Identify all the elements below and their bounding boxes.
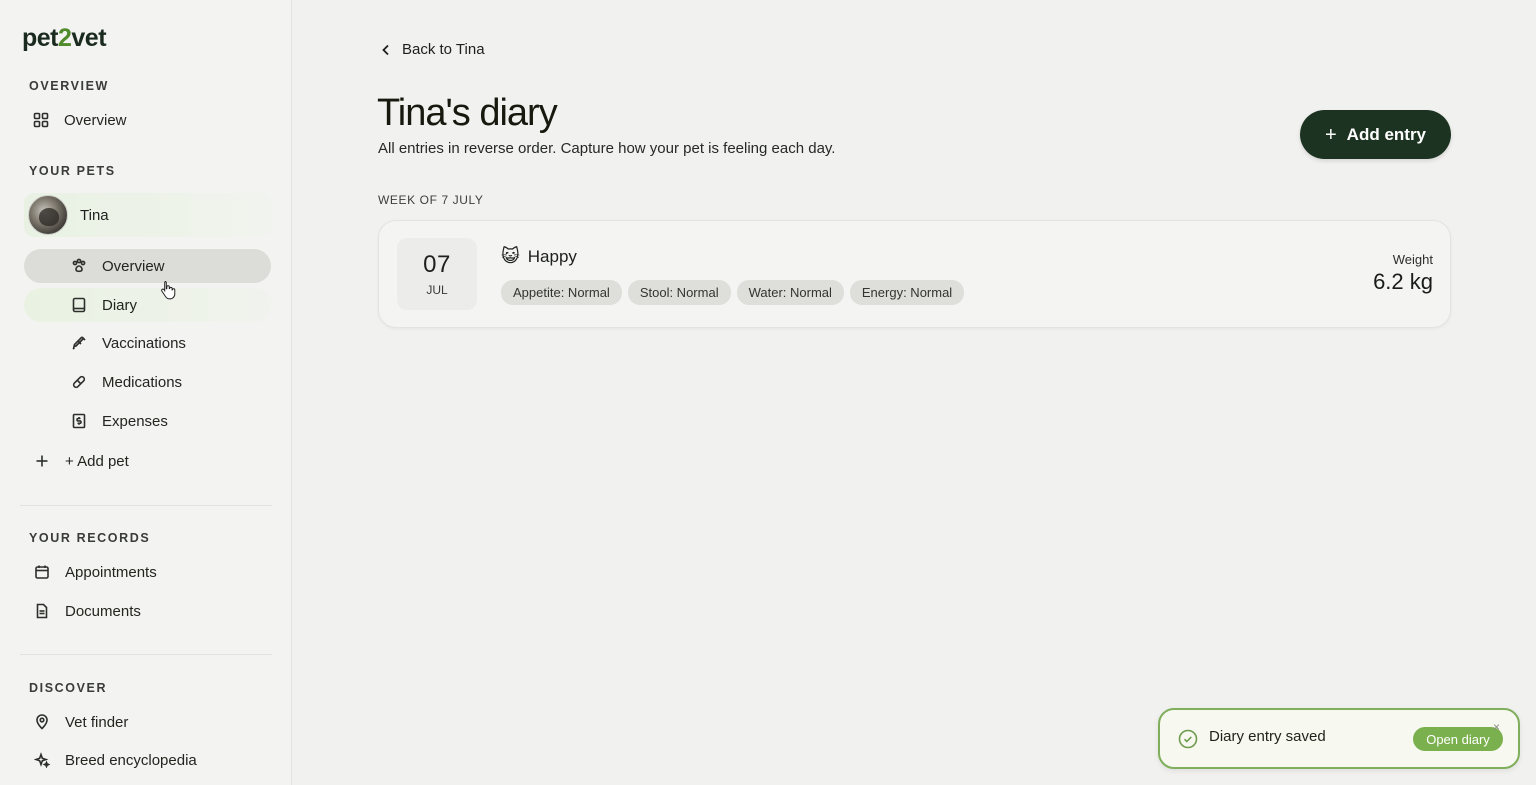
diary-entry-card[interactable]: 07 JUL 😺 Happy Appetite: Normal Stool: N… (378, 220, 1451, 328)
sidebar-item-vaccinations[interactable]: Vaccinations (24, 326, 271, 360)
cat-face-icon: 😺 (501, 246, 520, 266)
pet-name: Tina (80, 206, 109, 224)
week-label: WEEK OF 7 JULY (378, 193, 484, 207)
close-icon[interactable]: × (1493, 720, 1500, 734)
entry-tags: Appetite: Normal Stool: Normal Water: No… (501, 280, 965, 305)
syringe-icon (70, 334, 88, 352)
tag-energy: Energy: Normal (849, 280, 965, 305)
tag-appetite: Appetite: Normal (501, 280, 622, 305)
document-icon (33, 602, 51, 620)
add-entry-label: Add entry (1346, 124, 1427, 144)
sidebar: pet2vet OVERVIEW Overview YOUR PETS Tina… (0, 0, 292, 785)
sidebar-item-label: Overview (102, 257, 165, 275)
sidebar-item-pet-overview[interactable]: Overview (24, 249, 271, 283)
sparkle-icon (33, 751, 51, 769)
sidebar-item-expenses[interactable]: Expenses (24, 404, 271, 438)
back-link-label: Back to Tina (402, 41, 485, 58)
entry-month: JUL (426, 283, 448, 297)
mood-label: Happy (527, 246, 577, 266)
tag-water: Water: Normal (736, 280, 844, 305)
sidebar-item-label: Diary (102, 296, 138, 314)
sidebar-item-label: Expenses (102, 412, 168, 430)
grid-icon (32, 111, 50, 129)
sidebar-item-diary[interactable]: Diary (24, 288, 271, 322)
calendar-icon (33, 563, 51, 581)
page-subtitle: All entries in reverse order. Capture ho… (378, 140, 836, 157)
pet2vet-logo[interactable]: pet2vet (22, 24, 107, 53)
sidebar-item-breed-encyclopedia[interactable]: Breed encyclopedia (33, 743, 275, 777)
tag-stool: Stool: Normal (627, 280, 731, 305)
chevron-left-icon (382, 44, 389, 55)
plus-icon: + (1324, 123, 1337, 146)
weight-label: Weight (1392, 252, 1433, 267)
sidebar-item-overview[interactable]: Overview (32, 103, 274, 137)
sidebar-item-label: Documents (65, 602, 141, 620)
toast-message: Diary entry saved (1209, 728, 1326, 745)
section-label-discover: DISCOVER (29, 681, 108, 695)
entry-day: 07 (423, 251, 451, 278)
sidebar-item-label: Vaccinations (102, 334, 186, 352)
sidebar-item-label: Breed encyclopedia (65, 751, 197, 769)
sidebar-item-label: Overview (64, 111, 127, 129)
sidebar-item-label: Medications (102, 373, 183, 391)
pill-icon (70, 373, 88, 391)
pet-avatar (28, 195, 68, 235)
weight-value: 6.2 kg (1373, 269, 1433, 294)
location-pin-icon (33, 713, 51, 731)
section-label-your-records: YOUR RECORDS (29, 531, 151, 545)
entry-date-badge: 07 JUL (397, 238, 477, 310)
section-label-your-pets: YOUR PETS (29, 164, 116, 178)
page-title: Tina's diary (377, 92, 558, 134)
toast-notification: Diary entry saved Open diary × (1158, 708, 1520, 769)
sidebar-item-appointments[interactable]: Appointments (33, 555, 275, 589)
add-pet-button[interactable]: + Add pet (33, 444, 275, 478)
section-label-overview: OVERVIEW (29, 79, 109, 93)
plus-icon (33, 452, 51, 470)
add-pet-label: + Add pet (65, 452, 129, 470)
back-to-pet-link[interactable]: Back to Tina (380, 41, 485, 58)
hand-cursor-icon (161, 281, 176, 300)
sidebar-item-medications[interactable]: Medications (24, 365, 271, 399)
sidebar-item-documents[interactable]: Documents (33, 594, 275, 628)
sidebar-item-label: Vet finder (65, 713, 129, 731)
sidebar-item-label: Appointments (65, 563, 157, 581)
pet-selector-tina[interactable]: Tina (24, 193, 271, 237)
check-circle-icon (1178, 729, 1198, 749)
book-icon (70, 296, 88, 314)
receipt-icon (70, 412, 88, 430)
open-diary-button[interactable]: Open diary (1413, 727, 1503, 751)
sidebar-divider (20, 505, 272, 506)
sidebar-divider (20, 654, 272, 655)
add-entry-button[interactable]: + Add entry (1300, 110, 1451, 159)
entry-mood: 😺 Happy (501, 246, 577, 267)
paw-icon (70, 257, 88, 275)
sidebar-item-vet-finder[interactable]: Vet finder (33, 705, 275, 739)
